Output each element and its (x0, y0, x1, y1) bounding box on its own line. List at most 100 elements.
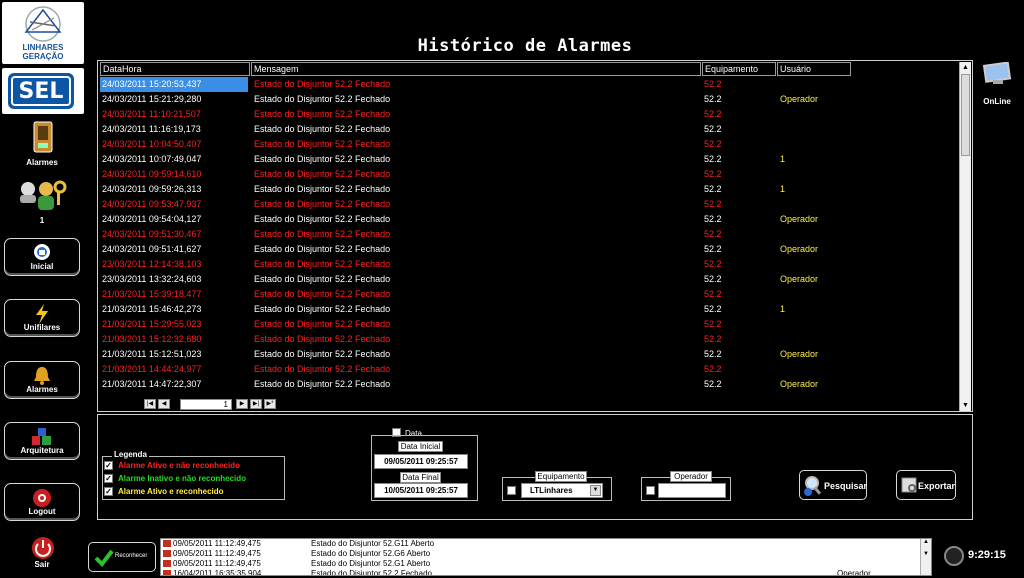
operador-filter-checkbox[interactable] (646, 486, 655, 495)
datetime-cell: 21/03/2011 15:39:18,477 (102, 289, 202, 299)
data-final-label: Data Final (400, 472, 441, 483)
data-inicial-field[interactable]: 09/05/2011 09:25:57 (374, 454, 468, 469)
table-row[interactable]: 24/03/2011 15:20:53,437 Estado do Disjunt… (100, 77, 956, 92)
nav-inicial-button[interactable]: Inicial (4, 238, 80, 276)
ticker-message: Estado do Disjuntor 52.G6 Aberto (311, 549, 431, 558)
datetime-cell: 23/03/2011 13:32:24,603 (102, 274, 202, 284)
message-cell: Estado do Disjuntor 52.2 Fechado (254, 199, 391, 209)
scroll-thumb[interactable] (961, 74, 970, 156)
col-header-equipamento[interactable]: Equipamento (702, 62, 776, 76)
legend-check-icon: ✓ (104, 487, 113, 497)
prev-page-button[interactable]: ◀ (158, 399, 170, 409)
equipamento-label: Equipamento (535, 471, 587, 482)
table-row[interactable]: 24/03/2011 09:53:47,937 Estado do Disjunt… (100, 197, 956, 212)
usuario-cell: Operador (780, 379, 819, 389)
equipamento-cell: 52.2 (704, 319, 722, 329)
scroll-up-arrow-icon[interactable]: ▲ (960, 62, 971, 73)
table-row[interactable]: 24/03/2011 09:51:30,467 Estado do Disjunt… (100, 227, 956, 242)
clock-time: 9:29:15 (968, 549, 1006, 561)
pesquisar-button[interactable]: Pesquisar (799, 470, 867, 500)
users-keys-icon[interactable] (16, 177, 68, 213)
page-number-input[interactable]: 1 (180, 399, 232, 410)
recent-alarm-row[interactable]: 09/05/2011 11:12:49,475 Estado do Disjunt… (161, 539, 931, 549)
table-row[interactable]: 24/03/2011 09:59:14,610 Estado do Disjunt… (100, 167, 956, 182)
legend-label-active-ack: Alarme Ativo e reconhecido (118, 487, 224, 496)
nav-alarmes-button[interactable]: Alarmes (4, 361, 80, 399)
col-header-datahora[interactable]: DataHora (100, 62, 250, 76)
exit-power-icon[interactable] (31, 536, 55, 560)
table-row[interactable]: 21/03/2011 15:12:51,023 Estado do Disjunt… (100, 347, 956, 362)
legend-title: Legenda (112, 450, 149, 459)
checkmark-icon (94, 549, 114, 568)
nav-arquitetura-button[interactable]: Arquitetura (4, 422, 80, 460)
reconhecer-button[interactable]: Reconhecer (88, 542, 156, 572)
table-row[interactable]: 24/03/2011 09:59:26,313 Estado do Disjunt… (100, 182, 956, 197)
table-row[interactable]: 24/03/2011 15:21:29,280 Estado do Disjunt… (100, 92, 956, 107)
search-icon (804, 476, 822, 496)
equipamento-cell: 52.2 (704, 214, 722, 224)
table-row[interactable]: 24/03/2011 09:54:04,127 Estado do Disjunt… (100, 212, 956, 227)
export-icon (901, 477, 917, 493)
data-inicial-label: Data Inicial (398, 441, 443, 452)
operador-input[interactable] (658, 483, 726, 498)
table-row[interactable]: 21/03/2011 15:12:32,680 Estado do Disjunt… (100, 332, 956, 347)
first-page-button[interactable]: |◀ (144, 399, 156, 409)
datetime-cell: 24/03/2011 09:51:30,467 (102, 229, 202, 239)
alarm-icon (163, 550, 171, 557)
alarm-panel-icon[interactable] (32, 120, 54, 154)
datetime-cell: 21/03/2011 15:46:42,273 (102, 304, 202, 314)
data-final-field[interactable]: 10/05/2011 09:25:57 (374, 483, 468, 498)
legend-item-active-ack: ✓ Alarme Ativo e reconhecido (104, 487, 224, 497)
ticker-scrollbar[interactable]: ▲ ▼ (920, 539, 931, 575)
legend-label-active-unack: Alarme Ativo e não reconhecido (118, 461, 240, 470)
recent-alarm-row[interactable]: 09/05/2011 11:12:49,475 Estado do Disjunt… (161, 549, 931, 559)
ticker-datetime: 09/05/2011 11:12:49,475 (173, 549, 261, 558)
dropdown-arrow-icon[interactable]: ▼ (590, 485, 601, 496)
table-row[interactable]: 21/03/2011 15:29:55,023 Estado do Disjunt… (100, 317, 956, 332)
recent-alarm-row[interactable]: 16/04/2011 16:35:35,904 Estado do Disjunt… (161, 569, 931, 575)
ticker-message: Estado do Disjuntor 52.G1 Aberto (311, 559, 431, 568)
equipamento-cell: 52.2 (704, 304, 722, 314)
message-cell: Estado do Disjuntor 52.2 Fechado (254, 184, 391, 194)
next-page-button[interactable]: ▶ (236, 399, 248, 409)
online-monitor-icon[interactable] (983, 62, 1013, 86)
equipamento-cell: 52.2 (704, 79, 722, 89)
clock-icon (944, 546, 964, 566)
table-row[interactable]: 21/03/2011 15:46:42,273 Estado do Disjunt… (100, 302, 956, 317)
legend-check-icon: ✓ (104, 474, 113, 484)
table-row[interactable]: 24/03/2011 11:16:19,173 Estado do Disjunt… (100, 122, 956, 137)
recent-alarm-row[interactable]: 09/05/2011 11:12:49,475 Estado do Disjunt… (161, 559, 931, 569)
message-cell: Estado do Disjuntor 52.2 Fechado (254, 274, 391, 284)
col-header-usuario[interactable]: Usuário (777, 62, 851, 76)
message-cell: Estado do Disjuntor 52.2 Fechado (254, 94, 391, 104)
equipamento-cell: 52.2 (704, 334, 722, 344)
nav-logout-button[interactable]: Logout (4, 483, 80, 521)
table-row[interactable]: 24/03/2011 10:07:49,047 Estado do Disjunt… (100, 152, 956, 167)
last-page-button[interactable]: ▶| (250, 399, 262, 409)
table-row[interactable]: 21/03/2011 15:39:18,477 Estado do Disjunt… (100, 287, 956, 302)
exportar-button[interactable]: Exportar (896, 470, 956, 500)
message-cell: Estado do Disjuntor 52.2 Fechado (254, 304, 391, 314)
table-row[interactable]: 24/03/2011 10:04:50,407 Estado do Disjunt… (100, 137, 956, 152)
table-row[interactable]: 24/03/2011 09:51:41,627 Estado do Disjunt… (100, 242, 956, 257)
table-row[interactable]: 21/03/2011 14:47:22,307 Estado do Disjunt… (100, 377, 956, 392)
datetime-cell: 24/03/2011 10:04:50,407 (102, 139, 202, 149)
col-header-mensagem[interactable]: Mensagem (251, 62, 701, 76)
table-vertical-scrollbar[interactable]: ▲ ▼ (959, 62, 971, 411)
scroll-down-arrow-icon[interactable]: ▼ (960, 400, 971, 411)
equipamento-select[interactable]: LTLinhares ▼ (521, 483, 603, 498)
message-cell: Estado do Disjuntor 52.2 Fechado (254, 244, 391, 254)
table-row[interactable]: 21/03/2011 14:44:24,977 Estado do Disjunt… (100, 362, 956, 377)
user-count: 1 (39, 216, 45, 225)
equipamento-filter-checkbox[interactable] (507, 486, 516, 495)
sel-logo-text: SEL (11, 76, 71, 106)
alarm-rows: 24/03/2011 15:20:53,437 Estado do Disjunt… (100, 77, 956, 399)
message-cell: Estado do Disjuntor 52.2 Fechado (254, 139, 391, 149)
table-row[interactable]: 23/03/2011 12:14:38,103 Estado do Disjunt… (100, 257, 956, 272)
datetime-cell: 24/03/2011 11:16:19,173 (102, 124, 201, 134)
equipamento-cell: 52.2 (704, 124, 722, 134)
table-row[interactable]: 23/03/2011 13:32:24,603 Estado do Disjunt… (100, 272, 956, 287)
table-row[interactable]: 24/03/2011 11:10:21,507 Estado do Disjunt… (100, 107, 956, 122)
nav-unifilares-button[interactable]: Unifilares (4, 299, 80, 337)
new-page-button[interactable]: ▶* (264, 399, 276, 409)
